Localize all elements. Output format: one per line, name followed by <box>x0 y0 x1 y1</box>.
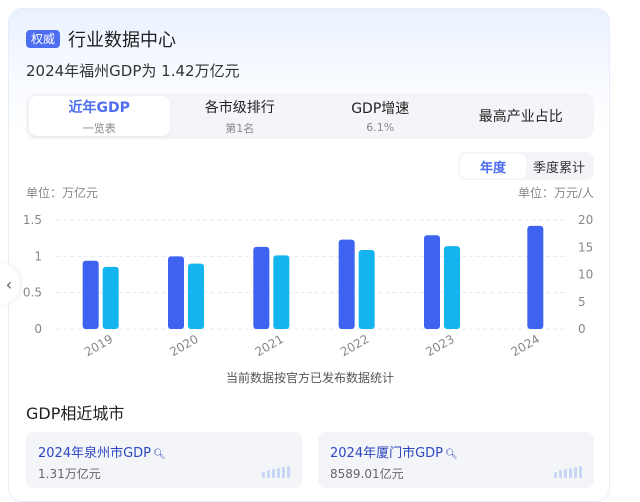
y-right-tick-label: 5 <box>578 295 586 309</box>
x-tick-label: 2020 <box>167 332 200 359</box>
gdp-summary-prefix: 2024年福州GDP为 <box>26 62 162 80</box>
similar-city-link[interactable]: 2024年泉州市GDP 🔍︎ <box>38 442 166 461</box>
similar-city-name: 2024年泉州市GDP <box>38 446 152 461</box>
bar-gdp <box>82 260 99 329</box>
bar-per-capita <box>273 255 290 329</box>
bar-gdp <box>253 246 270 329</box>
similar-city-link[interactable]: 2024年厦门市GDP 🔍︎ <box>330 442 458 461</box>
x-tick-label: 2022 <box>338 332 371 359</box>
x-tick-label: 2021 <box>253 332 286 359</box>
mini-chart-icon <box>262 466 290 478</box>
card-header: 权威 行业数据中心 <box>26 26 176 52</box>
bar-gdp <box>424 235 440 329</box>
similar-city-value: 8589.01亿元 <box>330 467 404 481</box>
tab-bar: 近年GDP 一览表 各市级排行 第1名 GDP增速 6.1% 最高产业占比 <box>26 93 594 139</box>
left-axis-unit: 单位：万亿元 <box>26 186 99 200</box>
y-left-tick-label: 1 <box>34 249 42 263</box>
mini-chart-icon <box>554 466 582 478</box>
similar-cities-title: GDP相近城市 <box>26 404 125 423</box>
tab-top-industry[interactable]: 最高产业占比 <box>451 96 592 136</box>
y-right-tick-label: 0 <box>578 322 586 336</box>
bar-per-capita <box>444 246 460 329</box>
card-title: 行业数据中心 <box>68 30 177 51</box>
toggle-annual[interactable]: 年度 <box>460 154 526 178</box>
right-axis-unit: 单位：万元/人 <box>517 186 594 200</box>
tab-label: 最高产业占比 <box>478 109 563 125</box>
authority-badge: 权威 <box>26 30 61 48</box>
bar-gdp <box>168 256 184 329</box>
tab-sub: 第1名 <box>225 121 255 135</box>
bar-per-capita <box>102 266 119 329</box>
search-icon: 🔍︎ <box>153 449 166 460</box>
y-right-tick-label: 20 <box>578 213 593 227</box>
tab-recent-gdp[interactable]: 近年GDP 一览表 <box>29 96 170 136</box>
x-tick-label: 2023 <box>423 332 456 359</box>
tab-label: GDP增速 <box>351 101 410 117</box>
y-right-tick-label: 15 <box>578 240 593 254</box>
period-toggle: 年度 季度累计 <box>458 152 594 180</box>
x-tick-label: 2019 <box>82 332 115 359</box>
bar-gdp <box>338 239 355 329</box>
bar-gdp <box>527 225 544 329</box>
similar-city-card[interactable]: 2024年泉州市GDP 🔍︎ 1.31万亿元 <box>26 432 302 488</box>
y-right-tick-label: 10 <box>578 268 593 282</box>
bar-per-capita <box>358 249 375 329</box>
similar-city-value: 1.31万亿元 <box>38 467 101 481</box>
gdp-summary-value: 1.42万亿元 <box>161 62 240 80</box>
data-source-note: 当前数据按官方已发布数据统计 <box>225 371 394 385</box>
y-left-tick-label: 0 <box>34 322 42 336</box>
tab-city-ranking[interactable]: 各市级排行 第1名 <box>170 96 311 136</box>
toggle-quarterly[interactable]: 季度累计 <box>526 154 592 178</box>
bar-per-capita <box>188 263 204 329</box>
tab-label: 各市级排行 <box>204 99 275 116</box>
tab-gdp-growth[interactable]: GDP增速 6.1% <box>310 96 451 136</box>
y-left-tick-label: 1.5 <box>23 213 42 227</box>
y-left-tick-label: 0.5 <box>23 286 42 300</box>
similar-city-name: 2024年厦门市GDP <box>330 446 444 461</box>
tab-label: 近年GDP <box>68 99 130 116</box>
gdp-summary: 2024年福州GDP为 1.42万亿元 <box>26 60 240 81</box>
tab-sub: 6.1% <box>366 121 395 134</box>
similar-city-card[interactable]: 2024年厦门市GDP 🔍︎ 8589.01亿元 <box>318 432 594 488</box>
gdp-bar-chart: 0 0.5 1 1.5 0 5 10 15 20 2019 2020 2021 2022 2023 2024 <box>23 213 593 359</box>
search-icon: 🔍︎ <box>445 449 458 460</box>
x-tick-label: 2024 <box>509 332 542 359</box>
tab-sub: 一览表 <box>82 121 116 135</box>
